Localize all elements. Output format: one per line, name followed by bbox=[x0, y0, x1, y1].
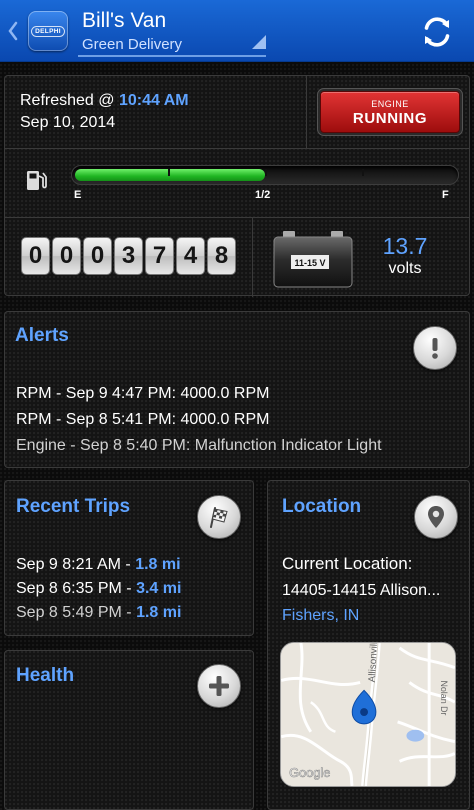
fuel-pump-icon bbox=[27, 171, 47, 190]
refreshed-time: 10:44 AM bbox=[118, 92, 189, 109]
chevron-left-icon[interactable] bbox=[6, 17, 20, 45]
checkered-flag-icon bbox=[210, 507, 228, 528]
refresh-icon[interactable] bbox=[418, 13, 456, 51]
engine-status-line2: RUNNING bbox=[352, 110, 428, 127]
battery-voltage-unit: volts bbox=[388, 260, 422, 277]
vehicle-subtitle[interactable]: Green Delivery bbox=[82, 36, 182, 53]
odometer-digit: 4 bbox=[176, 237, 205, 275]
odometer-digit: 7 bbox=[145, 237, 174, 275]
battery-range-label: 11-15 V bbox=[294, 258, 325, 268]
brand-logo-text: DELPHI bbox=[31, 25, 65, 37]
divider bbox=[252, 217, 253, 297]
brand-logo[interactable]: DELPHI bbox=[28, 11, 68, 51]
map-image: Allisonville Rd Nolan Dr Google bbox=[281, 643, 455, 786]
battery-icon: 11-15 V bbox=[273, 231, 353, 288]
fuel-gauge-fill bbox=[75, 169, 265, 181]
trip-item-label: Sep 8 5:49 PM - bbox=[16, 604, 137, 621]
trip-item-distance: 1.8 mi bbox=[135, 556, 181, 573]
current-location-label: Current Location: bbox=[282, 554, 413, 573]
recent-trips-button[interactable] bbox=[197, 495, 241, 539]
dropdown-corner-icon[interactable] bbox=[252, 35, 266, 49]
map-road-label-secondary: Nolan Dr bbox=[439, 680, 449, 715]
alerts-button[interactable] bbox=[413, 326, 457, 370]
odometer-digit: 8 bbox=[207, 237, 236, 275]
vehicle-status-panel: Refreshed @ 10:44 AM Sep 10, 2014 ENGINE… bbox=[4, 75, 470, 297]
health-button[interactable] bbox=[197, 664, 241, 708]
odometer-digit: 0 bbox=[21, 237, 50, 275]
fuel-label-full: F bbox=[442, 189, 449, 201]
trip-item-distance: 1.8 mi bbox=[136, 604, 182, 621]
recent-trips-panel[interactable]: Recent Trips Sep 9 8:21 AM - 1.8 mi Sep … bbox=[4, 480, 254, 636]
location-panel[interactable]: Location Current Location: 14405-14415 A… bbox=[267, 480, 470, 810]
plus-icon bbox=[209, 676, 229, 696]
refreshed-label: Refreshed @ 10:44 AM bbox=[20, 92, 189, 110]
fuel-label-empty: E bbox=[74, 189, 82, 201]
fuel-gauge-tick bbox=[362, 169, 364, 176]
health-title: Health bbox=[16, 665, 75, 686]
alerts-title: Alerts bbox=[15, 325, 69, 346]
divider bbox=[5, 217, 469, 218]
fuel-gauge-tick bbox=[168, 169, 170, 176]
alert-item[interactable]: RPM - Sep 9 4:47 PM: 4000.0 RPM bbox=[16, 385, 269, 403]
map-pin-icon bbox=[428, 506, 444, 528]
location-map[interactable]: Allisonville Rd Nolan Dr Google bbox=[280, 642, 456, 787]
odometer-digit: 0 bbox=[83, 237, 112, 275]
vehicle-name[interactable]: Bill's Van bbox=[82, 9, 166, 33]
trip-item[interactable]: Sep 9 8:21 AM - 1.8 mi bbox=[16, 556, 181, 574]
trip-item-label: Sep 8 6:35 PM - bbox=[16, 580, 137, 597]
fuel-gauge bbox=[71, 165, 459, 185]
engine-status-badge: ENGINE RUNNING bbox=[320, 91, 460, 133]
exclamation-icon bbox=[432, 338, 438, 359]
location-title: Location bbox=[282, 496, 362, 517]
app-header: DELPHI Bill's Van Green Delivery bbox=[0, 0, 474, 62]
trip-item[interactable]: Sep 8 5:49 PM - 1.8 mi bbox=[16, 604, 181, 622]
battery-voltage: 13.7 bbox=[382, 233, 428, 259]
trip-item-label: Sep 9 8:21 AM - bbox=[16, 556, 136, 573]
odometer: 0003748 bbox=[21, 237, 239, 275]
recent-trips-title: Recent Trips bbox=[16, 496, 131, 517]
vehicle-selector-underline bbox=[78, 55, 266, 57]
divider bbox=[306, 76, 307, 148]
trip-item-distance: 3.4 mi bbox=[136, 580, 182, 597]
fuel-gauge-tick bbox=[265, 169, 267, 176]
alerts-panel[interactable]: Alerts RPM - Sep 9 4:47 PM: 4000.0 RPM R… bbox=[4, 311, 470, 468]
fuel-label-half: 1/2 bbox=[255, 189, 271, 201]
current-location-address: 14405-14415 Allison... bbox=[282, 582, 441, 599]
map-attribution: Google bbox=[289, 765, 330, 780]
refreshed-date: Sep 10, 2014 bbox=[20, 114, 116, 131]
location-button[interactable] bbox=[414, 495, 458, 539]
odometer-digit: 3 bbox=[114, 237, 143, 275]
odometer-digit: 0 bbox=[52, 237, 81, 275]
alert-item[interactable]: RPM - Sep 8 5:41 PM: 4000.0 RPM bbox=[16, 411, 269, 429]
health-panel[interactable]: Health bbox=[4, 650, 254, 810]
engine-status-line1: ENGINE bbox=[371, 99, 409, 109]
current-location-city[interactable]: Fishers, IN bbox=[282, 607, 359, 625]
divider bbox=[5, 148, 469, 149]
alert-item[interactable]: Engine - Sep 8 5:40 PM: Malfunction Indi… bbox=[16, 437, 382, 455]
trip-item[interactable]: Sep 8 6:35 PM - 3.4 mi bbox=[16, 580, 181, 598]
refreshed-prefix: Refreshed @ bbox=[20, 92, 119, 109]
